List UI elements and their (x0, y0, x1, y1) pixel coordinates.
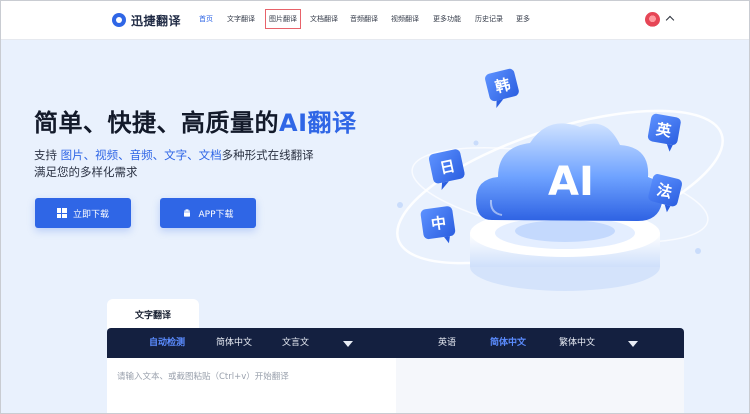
windows-icon (56, 208, 67, 218)
source-lang-dropdown-icon[interactable] (343, 341, 353, 347)
translation-output (396, 358, 684, 414)
android-icon (184, 209, 191, 217)
target-lang-simplified-chinese[interactable]: 简体中文 (490, 337, 526, 349)
source-text-input[interactable]: 请输入文本、或截图粘贴（Ctrl+v）开始翻译 (107, 358, 396, 414)
logo-text: 迅捷翻译 (131, 13, 182, 28)
hero-sub-formats: 图片、视频、音频、文字、文档 (60, 148, 222, 162)
target-lang-english[interactable]: 英语 (438, 337, 456, 349)
hero-sub-suffix: 多种形式在线翻译 (221, 148, 314, 162)
download-app-button[interactable]: APP下载 (160, 198, 256, 228)
nav-audio-translate[interactable]: 音频翻译 (350, 13, 378, 25)
nav-history[interactable]: 历史记录 (475, 13, 503, 25)
download-windows-button[interactable]: 立即下载 (35, 198, 131, 228)
source-lang-simplified-chinese[interactable]: 简体中文 (216, 337, 252, 349)
hero-sub-prefix: 支持 (34, 148, 61, 162)
hero-title-accent: AI翻译 (279, 109, 357, 137)
language-bar: 自动检测 简体中文 文言文 英语 简体中文 繁体中文 (107, 328, 684, 358)
input-placeholder: 请输入文本、或截图粘贴（Ctrl+v）开始翻译 (117, 372, 289, 382)
chevron-up-icon[interactable] (665, 15, 675, 25)
target-lang-dropdown-icon[interactable] (628, 341, 638, 347)
app-button-label: APP下载 (198, 209, 234, 220)
nav-video-translate[interactable]: 视频翻译 (391, 13, 419, 25)
logo-icon (112, 13, 126, 27)
target-lang-traditional-chinese[interactable]: 繁体中文 (559, 337, 595, 349)
user-avatar[interactable] (645, 12, 660, 27)
hero-subtitle: 支持 图片、视频、音频、文字、文档多种形式在线翻译 (34, 147, 314, 164)
bubble-chinese: 中 (430, 214, 447, 234)
source-lang-classical-chinese[interactable]: 文言文 (282, 337, 309, 349)
hero-title-main: 简单、快捷、高质量的 (34, 109, 279, 137)
ai-cloud-illustration: AI 韩 英 日 法 中 (396, 68, 724, 291)
hero-title: 简单、快捷、高质量的AI翻译 (34, 103, 357, 138)
hero-subtitle-line2: 满足您的多样化需求 (34, 165, 138, 179)
nav-home[interactable]: 首页 (199, 13, 213, 25)
nav-image-translate[interactable]: 图片翻译 (265, 9, 301, 29)
tab-text-translate[interactable]: 文字翻译 (107, 299, 199, 329)
cloud-ai-text: AI (548, 159, 594, 205)
top-nav-bar: 迅捷翻译 首页 文字翻译 图片翻译 文档翻译 音频翻译 视频翻译 更多功能 历史… (0, 0, 750, 40)
nav-more[interactable]: 更多 (516, 13, 530, 25)
download-button-label: 立即下载 (72, 209, 109, 220)
site-logo[interactable]: 迅捷翻译 (112, 11, 181, 29)
nav-more-features[interactable]: 更多功能 (433, 13, 461, 25)
nav-text-translate[interactable]: 文字翻译 (227, 13, 255, 25)
nav-document-translate[interactable]: 文档翻译 (310, 13, 338, 25)
source-lang-auto-detect[interactable]: 自动检测 (149, 337, 185, 349)
